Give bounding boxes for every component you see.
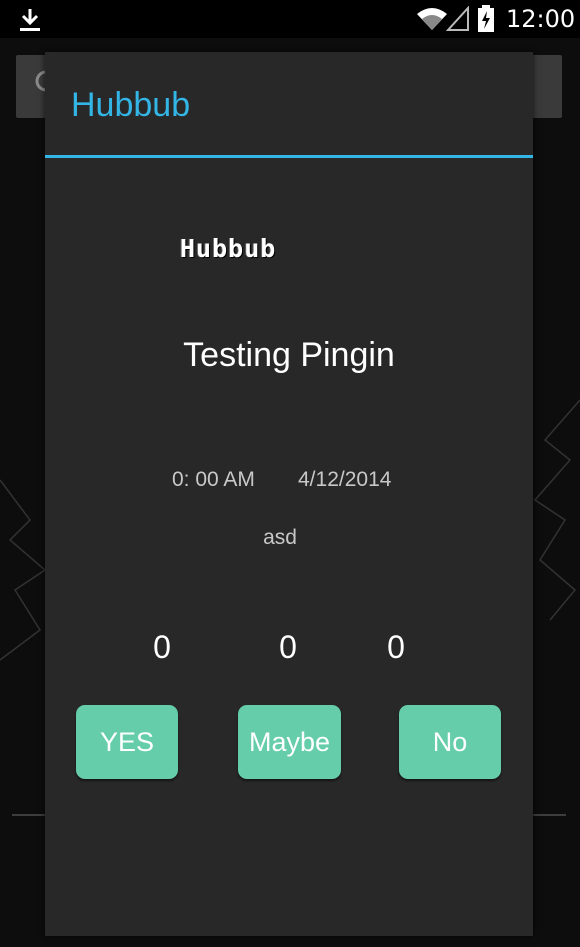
battery-charging-icon <box>478 5 494 32</box>
no-count: 0 <box>387 629 405 665</box>
title-divider <box>45 155 533 158</box>
status-time: 12:00 <box>506 5 576 33</box>
event-name: Testing Pingin <box>183 336 395 374</box>
maybe-count: 0 <box>279 629 297 665</box>
event-description: asd <box>263 526 297 549</box>
dialog-title: Hubbub <box>71 86 191 124</box>
yes-button[interactable]: YES <box>76 705 178 779</box>
status-bar: 12:00 <box>0 0 580 38</box>
event-time: 0: 00 AM <box>172 468 255 491</box>
download-icon <box>20 9 40 31</box>
signal-icon <box>446 6 469 31</box>
wifi-icon <box>417 8 447 30</box>
event-dialog: Hubbub Hubbub Testing Pingin 0: 00 AM 4/… <box>45 52 533 936</box>
app-logo: Hubbub <box>180 234 277 263</box>
no-button[interactable]: No <box>399 705 501 779</box>
event-date: 4/12/2014 <box>298 468 392 491</box>
maybe-button[interactable]: Maybe <box>238 705 341 779</box>
yes-count: 0 <box>153 629 171 665</box>
